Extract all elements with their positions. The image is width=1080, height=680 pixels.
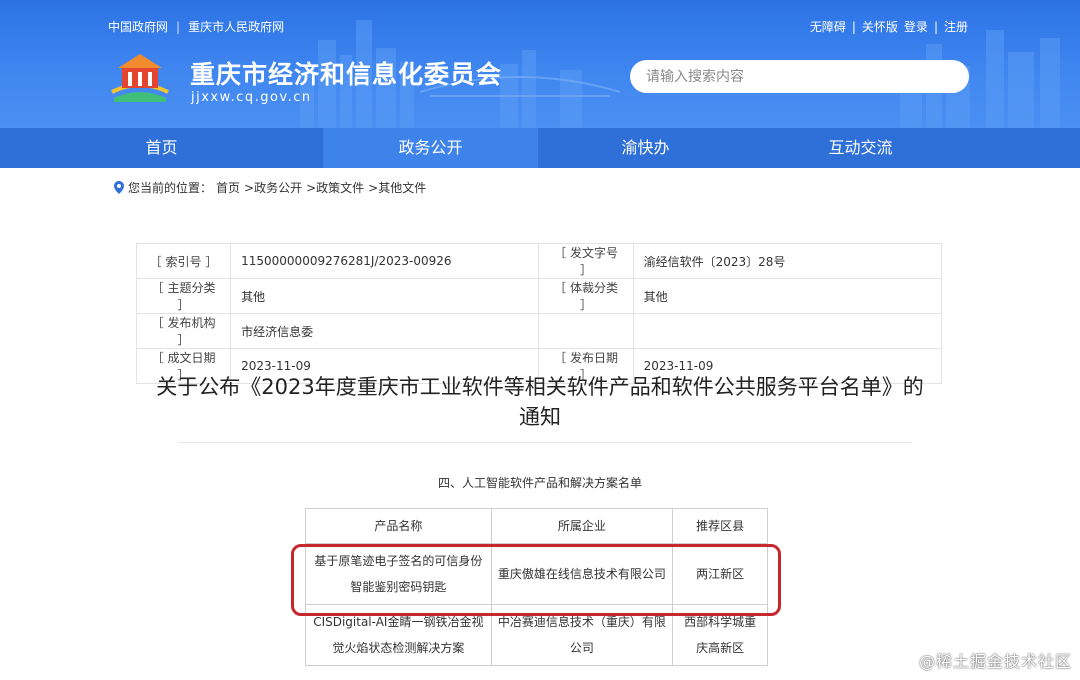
top-right-separator: | — [851, 19, 856, 34]
nav-item-gov-affairs[interactable]: 政务公开 — [323, 128, 538, 168]
meta-value: 其他 — [632, 278, 943, 314]
location-pin-icon — [114, 181, 124, 194]
cell-line: 公司 — [569, 641, 594, 655]
meta-key: ［ 主题分类 ］ — [135, 278, 232, 314]
document-meta-table: ［ 索引号 ］ 11500000009276281J/2023-00926 ［ … — [135, 243, 943, 384]
article-title-line: 关于公布《2023年度重庆市工业软件等相关软件产品和软件公共服务平台名单》的 — [156, 375, 924, 399]
table-row: ［ 发布机构 ］ 市经济信息委 — [135, 313, 943, 349]
breadcrumb-home[interactable]: 首页 — [216, 179, 240, 196]
meta-key — [538, 313, 634, 349]
table-header-row: 产品名称 所属企业 推荐区县 — [305, 508, 768, 544]
cell-line: 智能鉴别密码钥匙 — [350, 580, 447, 594]
breadcrumb-gov-affairs[interactable]: >政务公开 — [244, 179, 302, 196]
meta-value — [632, 313, 943, 349]
link-cq-gov[interactable]: 重庆市人民政府网 — [188, 18, 284, 35]
company-cell: 中冶赛迪信息技术（重庆）有限 公司 — [490, 604, 674, 666]
cell-line: 基于原笔迹电子签名的可信身份 — [314, 554, 483, 568]
company-cell: 重庆傲雄在线信息技术有限公司 — [490, 543, 674, 605]
cell-line: CISDigital-AI金睛一钢铁冶金视 — [313, 615, 484, 629]
table-row: ［ 索引号 ］ 11500000009276281J/2023-00926 ［ … — [135, 243, 943, 279]
main-nav: 首页 政务公开 渝快办 互动交流 — [0, 128, 1080, 168]
breadcrumb-other-docs[interactable]: >其他文件 — [368, 179, 426, 196]
meta-value: 市经济信息委 — [230, 313, 540, 349]
district-cell: 两江新区 — [672, 543, 768, 605]
nav-item-home[interactable]: 首页 — [0, 128, 323, 168]
meta-key: ［ 体裁分类 ］ — [538, 278, 634, 314]
register-link[interactable]: 注册 — [944, 18, 968, 35]
top-link-separator: | — [176, 19, 181, 34]
cell-line: 中冶赛迪信息技术（重庆）有限 — [497, 615, 666, 629]
district-cell: 西部科学城重 庆高新区 — [672, 604, 768, 666]
breadcrumb: 您当前的位置： 首页 >政务公开 >政策文件 >其他文件 — [114, 179, 426, 196]
cell-line: 庆高新区 — [696, 641, 745, 655]
link-gov-cn[interactable]: 中国政府网 — [108, 18, 168, 35]
breadcrumb-policy-docs[interactable]: >政策文件 — [306, 179, 364, 196]
care-mode-link[interactable]: 关怀版 — [862, 18, 898, 35]
column-header-product: 产品名称 — [305, 508, 492, 544]
cell-line: 西部科学城重 — [684, 615, 757, 629]
watermark: @稀土掘金技术社区 — [918, 652, 1072, 671]
top-right-links: 无障碍 | 关怀版 登录 | 注册 — [810, 18, 968, 35]
meta-value: 11500000009276281J/2023-00926 — [230, 243, 540, 279]
site-title: 重庆市经济和信息化委员会 — [190, 60, 503, 89]
column-header-district: 推荐区县 — [672, 508, 768, 544]
meta-value: 渝经信软件〔2023〕28号 — [632, 243, 943, 279]
breadcrumb-prefix: 您当前的位置： — [128, 181, 213, 195]
column-header-company: 所属企业 — [490, 508, 674, 544]
top-right-separator: | — [933, 19, 938, 34]
meta-value: 其他 — [230, 278, 540, 314]
login-link[interactable]: 登录 — [904, 18, 928, 35]
nav-item-interaction[interactable]: 互动交流 — [753, 128, 968, 168]
meta-key: ［ 发布机构 ］ — [135, 313, 232, 349]
table-row: CISDigital-AI金睛一钢铁冶金视 觉火焰状态检测解决方案 中冶赛迪信息… — [305, 604, 768, 666]
cell-line: 觉火焰状态检测解决方案 — [332, 641, 465, 655]
top-links: 中国政府网 | 重庆市人民政府网 — [108, 18, 284, 35]
site-domain: jjxxw.cq.gov.cn — [191, 90, 312, 105]
meta-key: ［ 索引号 ］ — [135, 243, 232, 279]
article-title-line: 通知 — [519, 405, 561, 429]
nav-item-yukuaiban[interactable]: 渝快办 — [538, 128, 753, 168]
site-logo-icon[interactable] — [108, 48, 172, 104]
section-heading: 四、人工智能软件产品和解决方案名单 — [437, 476, 642, 490]
ai-products-table: 产品名称 所属企业 推荐区县 基于原笔迹电子签名的可信身份 智能鉴别密码钥匙 重… — [305, 508, 768, 666]
cell-line: 两江新区 — [696, 567, 745, 581]
header-banner: 中国政府网 | 重庆市人民政府网 无障碍 | 关怀版 登录 | 注册 重庆市经济… — [0, 0, 1080, 128]
cell-line: 重庆傲雄在线信息技术有限公司 — [497, 567, 666, 581]
table-row: ［ 主题分类 ］ 其他 ［ 体裁分类 ］ 其他 — [135, 278, 943, 314]
table-row: 基于原笔迹电子签名的可信身份 智能鉴别密码钥匙 重庆傲雄在线信息技术有限公司 两… — [305, 543, 768, 605]
meta-key: ［ 发文字号 ］ — [538, 243, 634, 279]
accessibility-link[interactable]: 无障碍 — [810, 18, 846, 35]
product-name-cell: 基于原笔迹电子签名的可信身份 智能鉴别密码钥匙 — [305, 543, 492, 605]
article-title: 关于公布《2023年度重庆市工业软件等相关软件产品和软件公共服务平台名单》的 通… — [120, 372, 960, 432]
search-input[interactable] — [630, 60, 969, 93]
product-name-cell: CISDigital-AI金睛一钢铁冶金视 觉火焰状态检测解决方案 — [305, 604, 492, 666]
title-divider — [178, 442, 912, 443]
